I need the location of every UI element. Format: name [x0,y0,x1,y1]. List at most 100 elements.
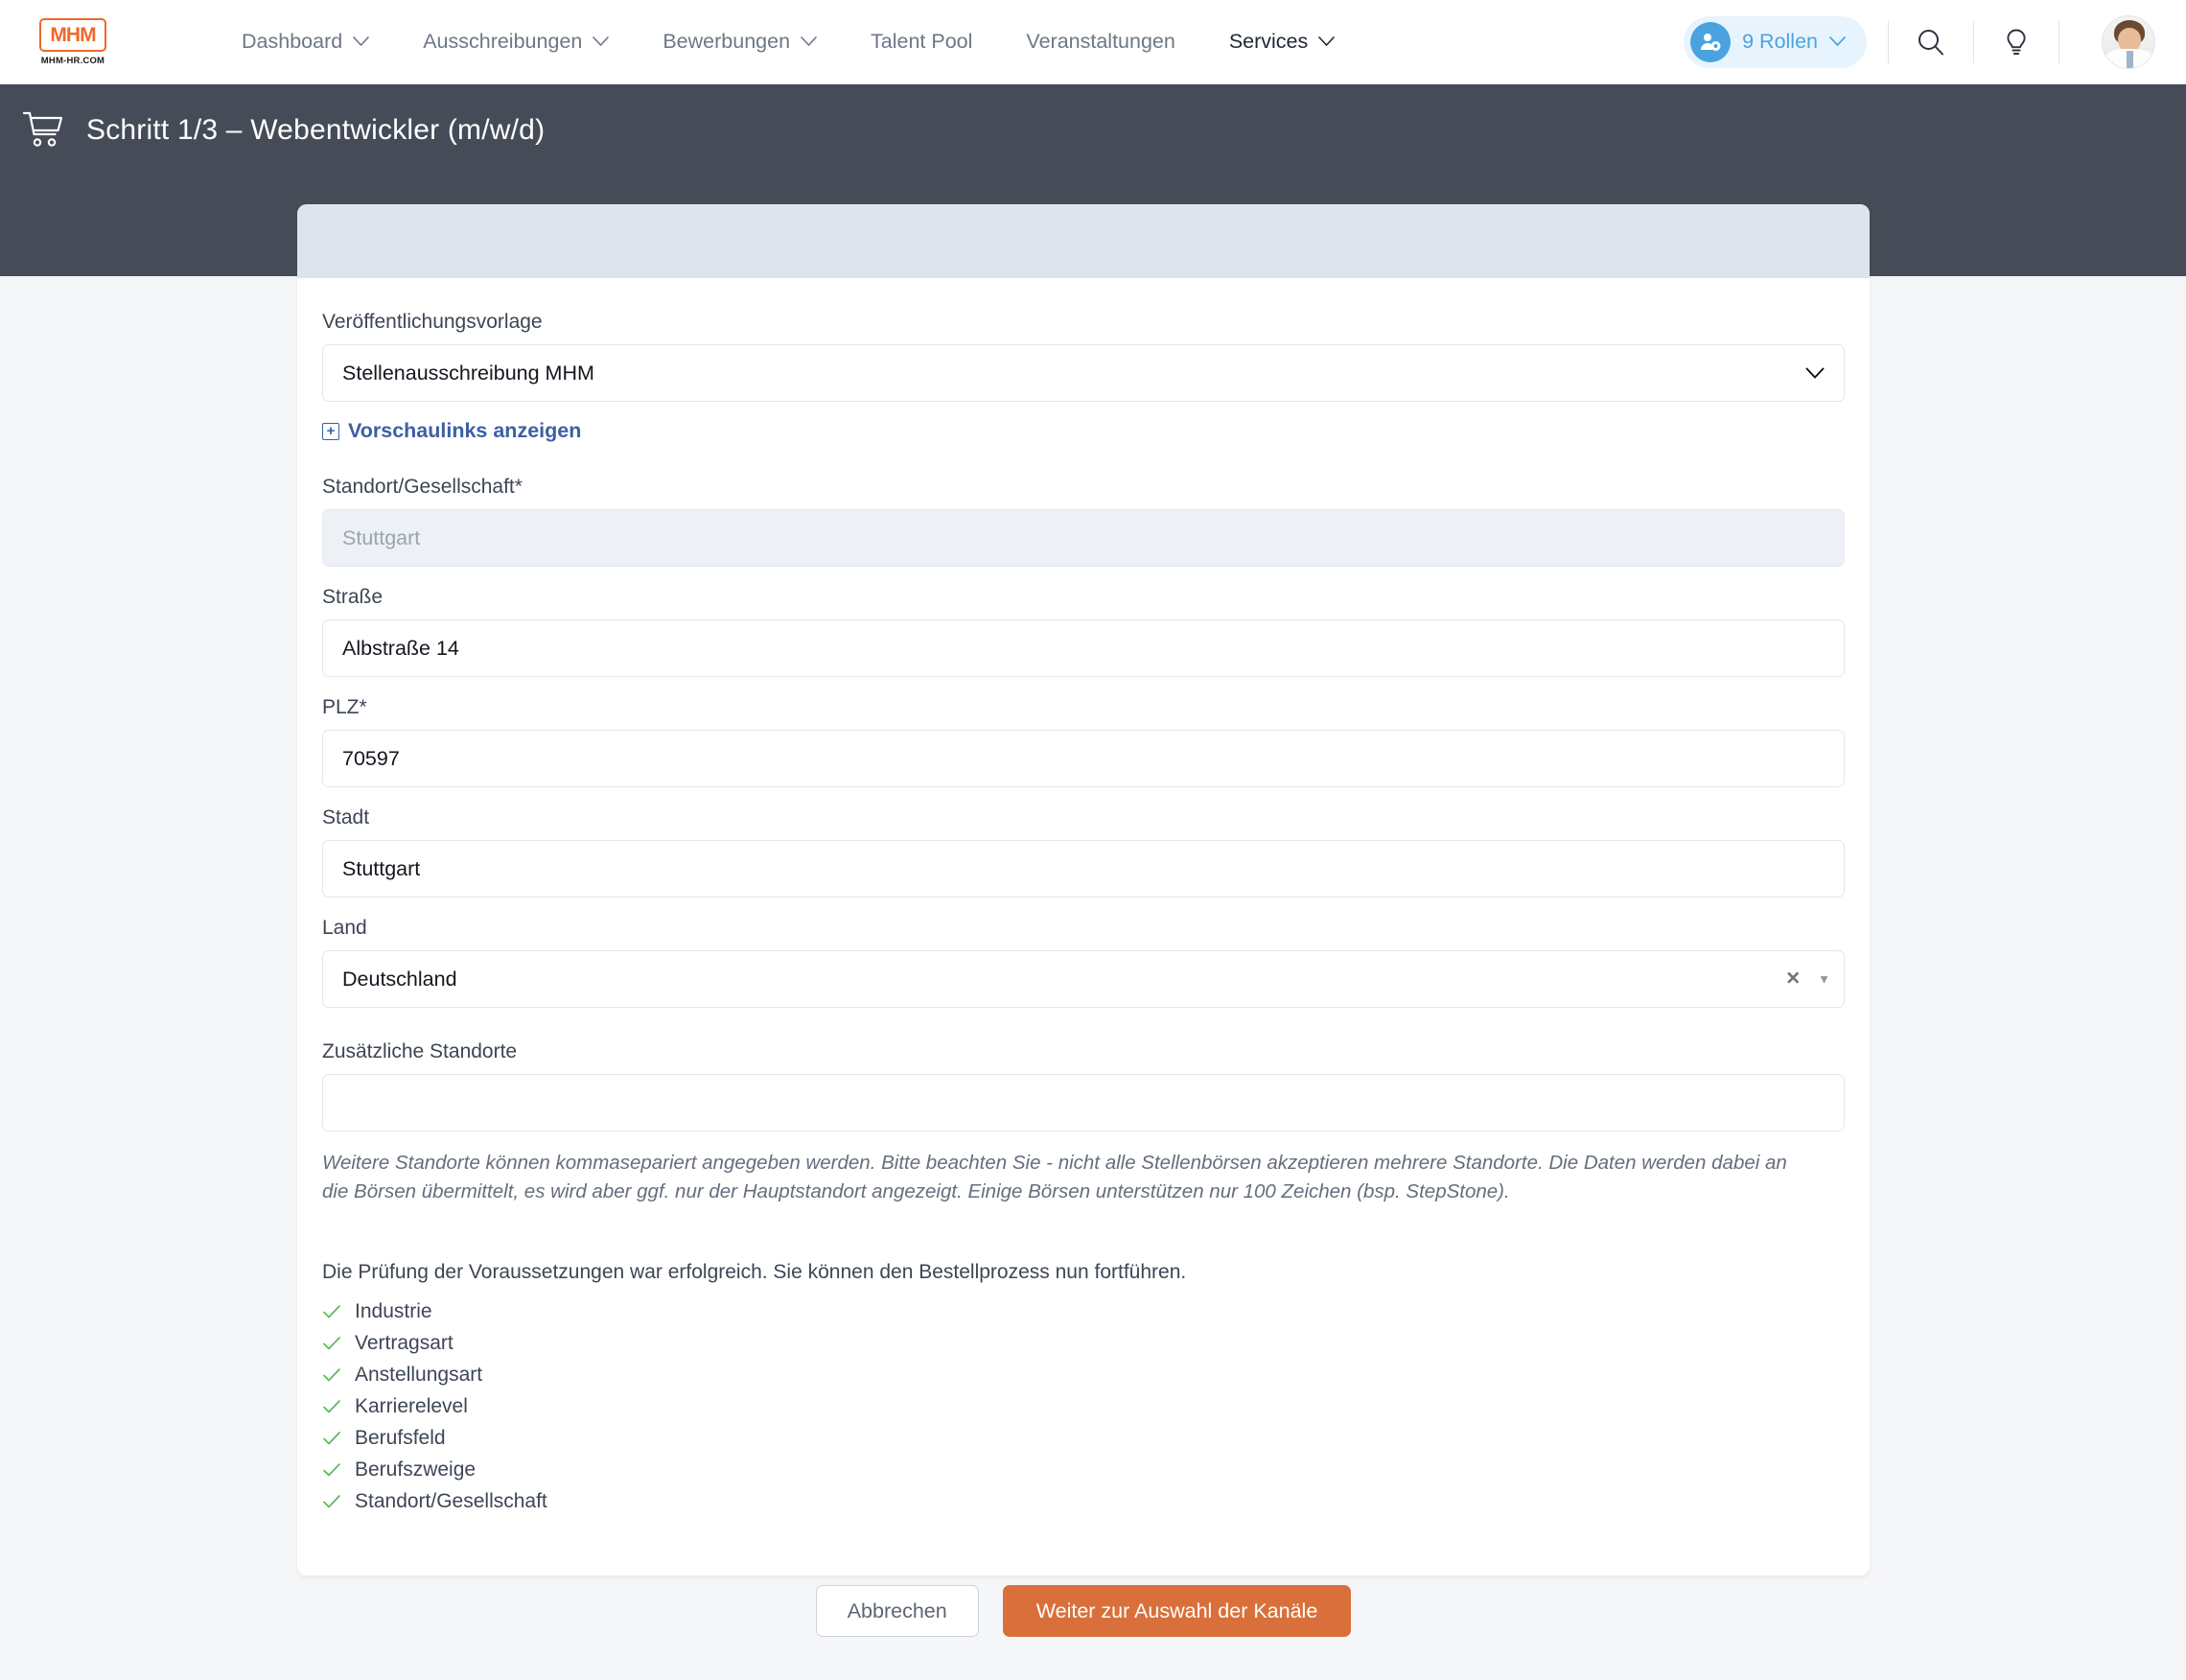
show-preview-links-toggle[interactable]: + Vorschaulinks anzeigen [322,419,581,443]
list-item-label: Berufszweige [355,1458,477,1482]
check-icon [323,1463,340,1477]
template-select[interactable]: Stellenausschreibung MHM [322,344,1845,402]
chevron-down-icon [353,36,369,47]
label-country: Land [322,917,367,939]
plus-box-icon: + [322,422,339,440]
check-icon [323,1368,340,1382]
shopping-cart-icon [22,111,63,147]
check-icon [323,1400,340,1413]
form-actions: Abbrechen Weiter zur Auswahl der Kanäle [297,1585,1870,1637]
logo-caption: MHM-HR.COM [40,55,105,66]
list-item: Berufsfeld [322,1423,1845,1455]
nav-item-ausschreibungen[interactable]: Ausschreibungen [396,30,636,54]
list-item-label: Anstellungsart [355,1364,483,1387]
logo-mark: MHM [39,17,106,52]
nav-item-dashboard[interactable]: Dashboard [215,30,396,54]
list-item: Berufszweige [322,1455,1845,1486]
list-item-label: Karrierelevel [355,1395,468,1418]
street-value: Albstraße 14 [342,636,459,660]
tips-button[interactable] [1995,21,2037,63]
city-value: Stuttgart [342,856,421,880]
clear-icon[interactable]: ✕ [1785,970,1801,989]
page-title: Schritt 1/3 – Webentwickler (m/w/d) [86,114,546,146]
check-icon [323,1305,340,1318]
roles-selector[interactable]: 9 Rollen [1684,15,1867,68]
chevron-down-icon [1318,36,1336,47]
lightbulb-icon [2007,29,2026,55]
brand-logo[interactable]: MHM MHM-HR.COM [33,17,113,66]
card-body: Veröffentlichungsvorlage Stellenausschre… [297,278,1870,1575]
list-item: Karrierelevel [322,1391,1845,1423]
avatar-tie [2127,50,2133,68]
zip-value: 70597 [342,746,400,770]
nav-item-label: Ausschreibungen [423,30,583,53]
nav-item-label: Bewerbungen [663,30,791,53]
label-template: Veröffentlichungsvorlage [322,311,543,333]
chevron-down-icon [1805,367,1825,379]
label-zip: PLZ* [322,696,367,718]
country-select-tools: ✕ ▼ [1785,970,1830,989]
additional-locations-help-text: Weitere Standorte können kommasepariert … [322,1152,1787,1203]
search-button[interactable] [1910,21,1952,63]
country-select[interactable]: Deutschland ✕ ▼ [322,950,1845,1008]
label-additional-locations: Zusätzliche Standorte [322,1040,518,1062]
country-select-value: Deutschland [342,967,457,991]
location-company-value: Stuttgart [342,525,421,549]
check-icon [323,1337,340,1350]
label-city: Stadt [322,806,370,828]
list-item-label: Vertragsart [355,1332,453,1355]
chevron-down-icon [801,36,817,47]
top-navigation-bar: MHM MHM-HR.COM Dashboard Ausschreibungen… [0,0,2186,84]
order-form-card: Veröffentlichungsvorlage Stellenausschre… [297,204,1870,1575]
nav-item-label: Services [1228,30,1309,53]
additional-locations-input[interactable] [322,1074,1845,1132]
list-item: Industrie [322,1296,1845,1328]
chevron-down-icon [1829,36,1846,47]
card-header-band [297,204,1870,278]
divider [1973,20,1974,63]
list-item-label: Industrie [355,1300,432,1323]
search-icon [1919,29,1943,55]
nav-item-label: Dashboard [242,30,343,53]
user-gear-icon [1690,21,1732,62]
location-company-field: Stuttgart [322,509,1845,567]
avatar[interactable] [2102,14,2155,69]
list-item: Standort/Gesellschaft [322,1486,1845,1518]
nav-item-talent-pool[interactable]: Talent Pool [844,30,999,54]
validation-list: Industrie Vertragsart Anstellungsart Kar… [322,1296,1845,1518]
check-icon [323,1495,340,1508]
step-title-group: Schritt 1/3 – Webentwickler (m/w/d) [0,109,545,152]
template-select-value: Stellenausschreibung MHM [342,361,594,385]
street-input[interactable]: Albstraße 14 [322,619,1845,677]
check-icon [323,1432,340,1445]
label-street: Straße [322,586,384,608]
nav-item-services[interactable]: Services [1202,30,1361,54]
list-item-label: Berufsfeld [355,1427,446,1450]
zip-input[interactable]: 70597 [322,730,1845,787]
show-preview-links-label: Vorschaulinks anzeigen [348,419,582,442]
divider [2058,20,2059,63]
divider [1888,20,1889,63]
list-item-label: Standort/Gesellschaft [355,1490,547,1513]
chevron-down-icon [593,36,610,47]
next-step-button[interactable]: Weiter zur Auswahl der Kanäle [1002,1585,1352,1637]
validation-intro: Die Prüfung der Voraussetzungen war erfo… [322,1260,1187,1283]
nav-right-controls: 9 Rollen [1684,14,2186,69]
list-item: Anstellungsart [322,1360,1845,1391]
primary-nav: Dashboard Ausschreibungen Bewerbungen Ta… [215,30,1361,54]
chevron-down-icon[interactable]: ▼ [1818,973,1830,986]
list-item: Vertragsart [322,1328,1845,1360]
cancel-button[interactable]: Abbrechen [815,1585,979,1637]
nav-item-label: Veranstaltungen [1026,30,1175,53]
nav-item-label: Talent Pool [871,30,973,53]
nav-item-veranstaltungen[interactable]: Veranstaltungen [999,30,1201,54]
nav-item-bewerbungen[interactable]: Bewerbungen [636,30,844,54]
city-input[interactable]: Stuttgart [322,840,1845,898]
roles-label: 9 Rollen [1742,30,1818,53]
